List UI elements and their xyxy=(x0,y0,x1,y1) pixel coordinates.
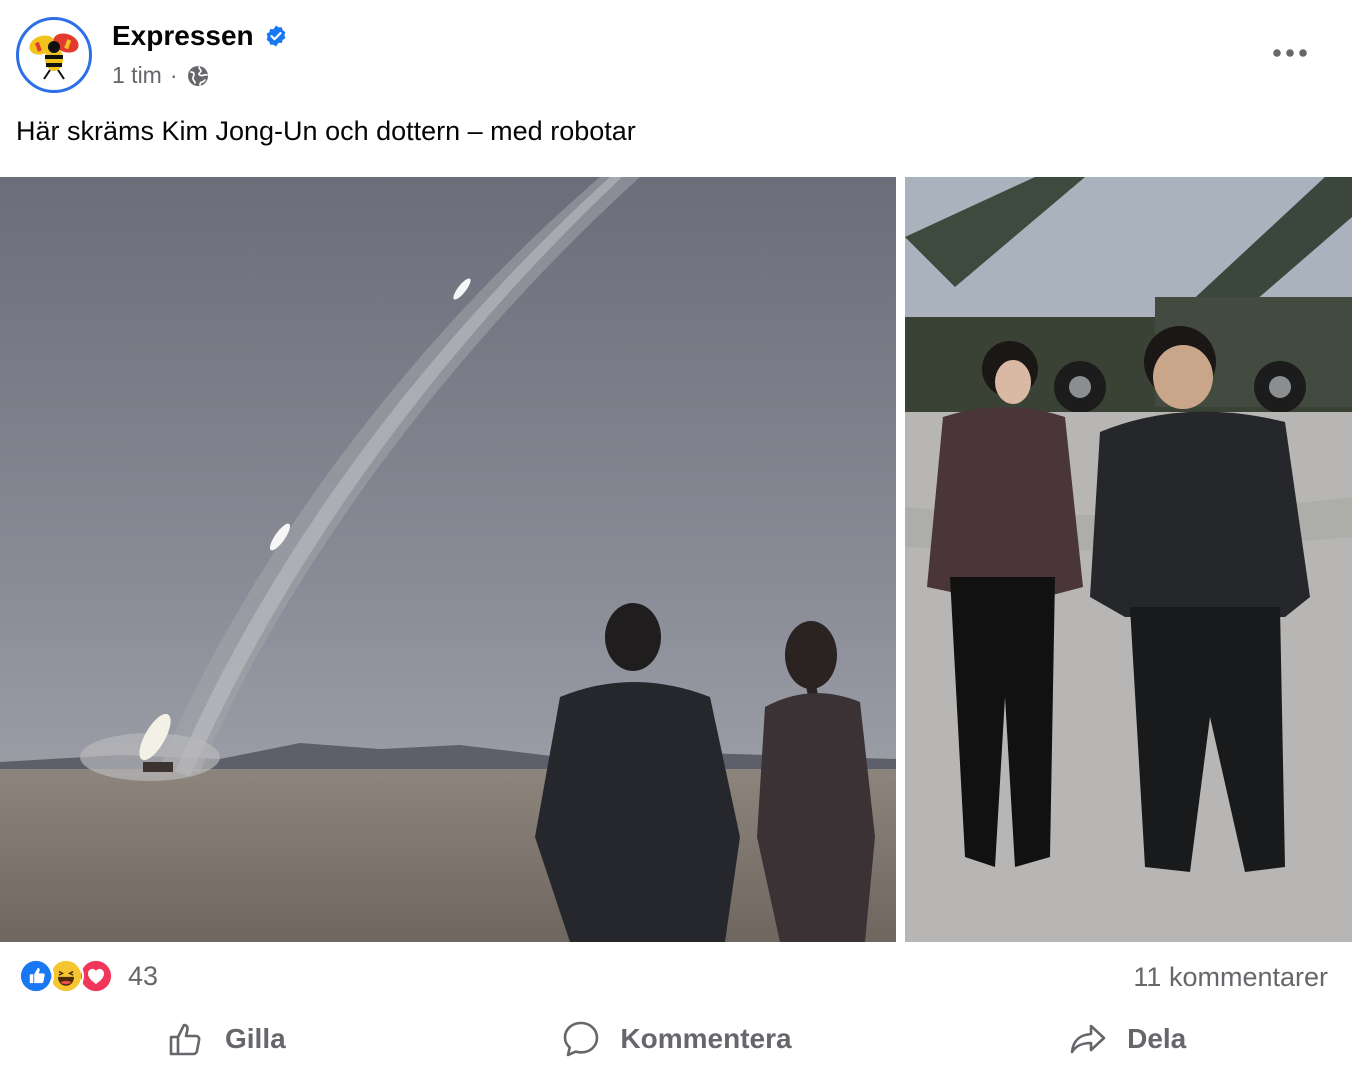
verified-badge-icon xyxy=(266,25,286,47)
page-name-label[interactable]: Expressen xyxy=(112,20,254,52)
post-media[interactable] xyxy=(0,177,1352,942)
more-options-button[interactable] xyxy=(1268,38,1312,68)
share-button[interactable]: Dela xyxy=(901,1010,1352,1068)
post-actions: Gilla Kommentera Dela xyxy=(0,1010,1352,1068)
expressen-wasp-logo xyxy=(29,33,79,80)
comment-button[interactable]: Kommentera xyxy=(451,1010,902,1068)
comment-label: Kommentera xyxy=(620,1023,792,1054)
missile-launch-image xyxy=(0,177,896,942)
post-header: Expressen 1 tim · xyxy=(0,0,1352,110)
page-avatar[interactable] xyxy=(16,17,92,93)
post-stats: 43 11 kommentarer xyxy=(0,948,1352,1006)
like-button[interactable]: Gilla xyxy=(0,1010,451,1068)
photo-kim-and-daughter[interactable] xyxy=(905,177,1352,942)
comment-bubble-icon xyxy=(564,1021,599,1057)
page-name[interactable]: Expressen xyxy=(112,20,288,52)
comments-count[interactable]: 11 kommentarer xyxy=(1133,962,1328,993)
thumbs-up-icon xyxy=(169,1023,201,1056)
globe-icon[interactable] xyxy=(186,64,210,88)
post-meta: 1 tim · xyxy=(112,62,210,89)
photo-missile-launch[interactable] xyxy=(0,177,896,942)
post-text: Här skräms Kim Jong-Un och dottern – med… xyxy=(16,116,636,146)
reaction-count[interactable]: 43 xyxy=(128,961,158,992)
more-options-icon xyxy=(1273,49,1307,57)
reaction-summary[interactable]: 43 xyxy=(18,956,158,996)
meta-separator: · xyxy=(169,62,178,88)
share-arrow-icon xyxy=(1070,1024,1106,1054)
walking-figures-image xyxy=(905,177,1352,942)
share-label: Dela xyxy=(1127,1023,1187,1054)
like-label: Gilla xyxy=(224,1023,286,1054)
like-reaction-icon xyxy=(18,958,54,994)
post-time[interactable]: 1 tim xyxy=(112,62,162,89)
